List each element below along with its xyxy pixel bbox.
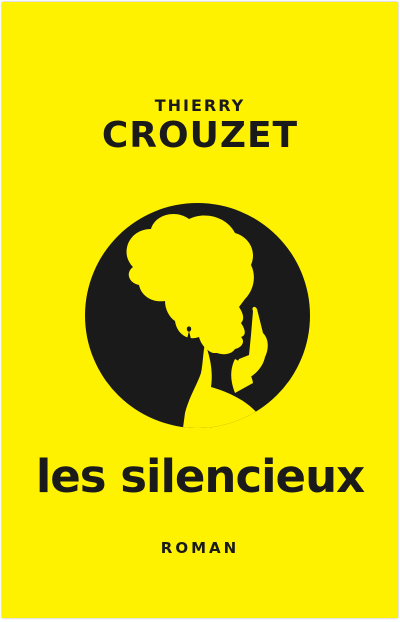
book-title: les silencieux xyxy=(35,450,365,503)
author-last-name: CROUZET xyxy=(101,115,299,156)
book-cover: THIERRY CROUZET les silencieux ROMAN xyxy=(2,2,398,618)
author-first-name: THIERRY xyxy=(154,96,246,115)
book-genre: ROMAN xyxy=(160,539,240,557)
woman-silhouette-finger-on-lips-icon xyxy=(85,203,310,428)
